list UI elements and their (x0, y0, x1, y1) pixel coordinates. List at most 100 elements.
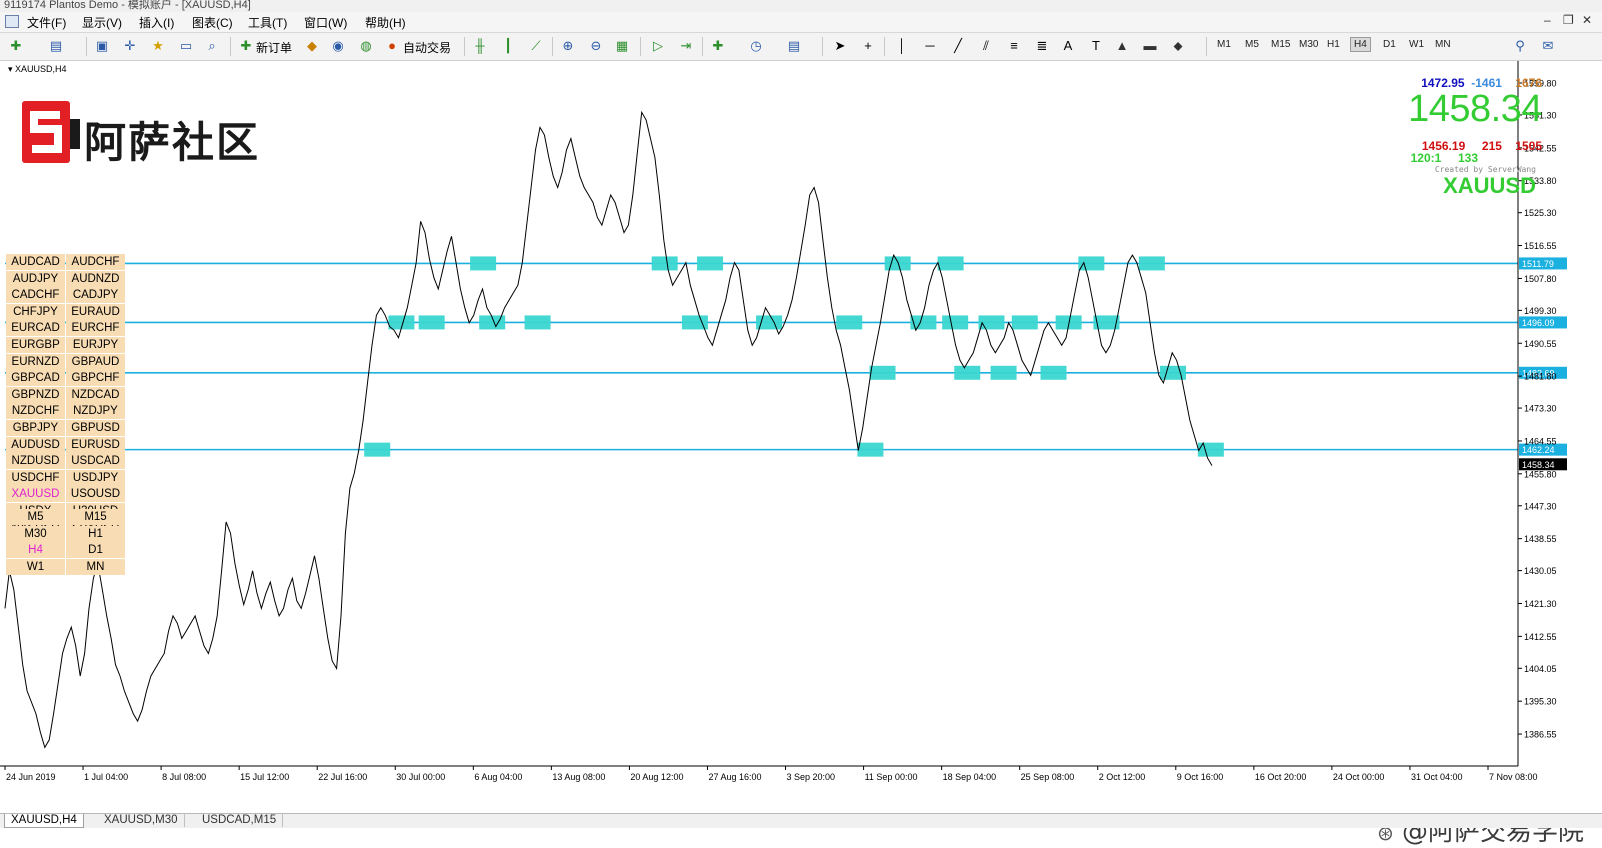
menu-file[interactable]: 文件(F) (27, 14, 66, 31)
symbol-button-nzdchf[interactable]: NZDCHF (6, 403, 65, 420)
indicators-icon[interactable]: ✚ (710, 38, 726, 54)
vertical-line-icon[interactable]: │ (894, 38, 910, 54)
text-icon[interactable]: A (1060, 38, 1076, 54)
text-label-icon[interactable]: T (1088, 38, 1104, 54)
panel-tf-mn[interactable]: MN (66, 558, 125, 575)
fibonacci-fan-icon[interactable]: ≣ (1034, 38, 1050, 54)
symbol-button-eurjpy[interactable]: EURJPY (66, 337, 125, 353)
tf-m5[interactable]: M5 (1242, 39, 1262, 50)
chart-area[interactable]: 1511.79 1496.09 1482.69 1462.24 1559.80 1551… (0, 61, 1602, 847)
restore-icon[interactable]: ❐ (1563, 13, 1574, 27)
panel-tf-m30[interactable]: M30 (6, 525, 65, 542)
periods-icon[interactable]: ◷ (748, 38, 764, 54)
fibonacci-icon[interactable]: ≡ (1006, 38, 1022, 54)
tf-w1[interactable]: W1 (1406, 39, 1427, 50)
symbol-button-usousd[interactable]: USOUSD (66, 486, 125, 503)
symbol-button-gbpnzd[interactable]: GBPNZD (6, 386, 65, 403)
tf-m1[interactable]: M1 (1214, 39, 1234, 50)
tab-usdcad-m15[interactable]: USDCAD,M15 (196, 814, 284, 827)
symbol-button-audnzd[interactable]: AUDNZD (66, 270, 125, 287)
symbol-button-gbpjpy[interactable]: GBPJPY (6, 420, 65, 436)
symbol-button-chfjpy[interactable]: CHFJPY (6, 303, 65, 320)
symbol-button-nzdcad[interactable]: NZDCAD (66, 386, 125, 403)
symbol-button-eurchf[interactable]: EURCHF (66, 320, 125, 337)
profiles-icon[interactable]: ▤ (48, 38, 64, 54)
symbol-button-gbpaud[interactable]: GBPAUD (66, 353, 125, 370)
menu-view[interactable]: 显示(V) (82, 14, 122, 31)
new-chart-icon[interactable]: ✚ (8, 38, 24, 54)
symbol-button-cadjpy[interactable]: CADJPY (66, 287, 125, 304)
shapes-icon[interactable]: ⬥ (1170, 38, 1186, 54)
bar-chart-icon[interactable]: ╫ (472, 38, 488, 54)
panel-tf-w1[interactable]: W1 (6, 558, 65, 575)
symbol-button-euraud[interactable]: EURAUD (66, 303, 125, 320)
data-window-icon[interactable]: ✛ (122, 38, 138, 54)
symbol-button-nzdusd[interactable]: NZDUSD (6, 453, 65, 470)
minimize-icon[interactable]: ‒ (1544, 13, 1551, 27)
symbol-button-xauusd[interactable]: XAUUSD (6, 486, 65, 503)
symbol-button-gbpusd[interactable]: GBPUSD (66, 420, 125, 436)
tile-windows-icon[interactable]: ▦ (614, 38, 630, 54)
menu-tools[interactable]: 工具(T) (248, 14, 287, 31)
strategy-tester-icon[interactable]: ⌕ (204, 38, 220, 54)
menu-charts[interactable]: 图表(C) (192, 14, 233, 31)
menu-window[interactable]: 窗口(W) (304, 14, 347, 31)
tf-mn[interactable]: MN (1432, 39, 1454, 50)
symbol-button-usdcad[interactable]: USDCAD (66, 453, 125, 470)
symbol-button-eurgbp[interactable]: EURGBP (6, 337, 65, 353)
symbol-button-audusd[interactable]: AUDUSD (6, 436, 65, 453)
search-icon[interactable]: ⚲ (1512, 38, 1528, 54)
symbol-button-audchf[interactable]: AUDCHF (66, 254, 125, 270)
panel-tf-m15[interactable]: M15 (66, 509, 125, 525)
symbol-button-eurusd[interactable]: EURUSD (66, 436, 125, 453)
close-icon[interactable]: ✕ (1582, 13, 1592, 27)
auto-scroll-icon[interactable]: ▷ (650, 38, 666, 54)
metaeditor-icon[interactable]: ◆ (304, 38, 320, 54)
market-watch-icon[interactable]: ▣ (94, 38, 110, 54)
symbol-button-eurcad[interactable]: EURCAD (6, 320, 65, 337)
tf-h1[interactable]: H1 (1324, 39, 1343, 50)
channel-icon[interactable]: ⫽ (978, 38, 994, 54)
navigator-icon[interactable]: ★ (150, 38, 166, 54)
symbol-button-usdjpy[interactable]: USDJPY (66, 469, 125, 486)
panel-tf-m5[interactable]: M5 (6, 509, 65, 525)
symbol-button-gbpcad[interactable]: GBPCAD (6, 370, 65, 387)
symbol-button-cadchf[interactable]: CADCHF (6, 287, 65, 304)
panel-tf-h4[interactable]: H4 (6, 542, 65, 559)
symbol-button-nzdjpy[interactable]: NZDJPY (66, 403, 125, 420)
symbol-button-eurnzd[interactable]: EURNZD (6, 353, 65, 370)
crosshair-icon[interactable]: + (860, 38, 876, 54)
cursor-icon[interactable]: ➤ (832, 38, 848, 54)
arrow-up-icon[interactable]: ▲ (1114, 38, 1130, 54)
horizontal-line-icon[interactable]: ─ (922, 38, 938, 54)
line-chart-icon[interactable]: ⟋ (528, 38, 544, 54)
panel-tf-d1[interactable]: D1 (66, 542, 125, 559)
chat-icon[interactable]: ✉ (1540, 38, 1556, 54)
menu-help[interactable]: 帮助(H) (365, 14, 406, 31)
menu-insert[interactable]: 插入(I) (139, 14, 174, 31)
tf-d1[interactable]: D1 (1380, 39, 1399, 50)
market-icon[interactable]: ◍ (358, 38, 374, 54)
new-order-button[interactable]: 新订单 (256, 39, 292, 56)
auto-trading-button[interactable]: 自动交易 (403, 39, 451, 56)
rectangle-icon[interactable]: ▬ (1142, 38, 1158, 54)
chart-shift-icon[interactable]: ⇥ (678, 38, 694, 54)
tab-xauusd-h4[interactable]: XAUUSD,H4 (4, 814, 84, 828)
symbol-button-usdchf[interactable]: USDCHF (6, 469, 65, 486)
candlestick-icon[interactable]: ┃ (500, 38, 516, 54)
symbol-button-audcad[interactable]: AUDCAD (6, 254, 65, 270)
zoom-out-icon[interactable]: ⊖ (588, 38, 604, 54)
new-order-icon[interactable]: ✚ (238, 38, 254, 54)
panel-tf-h1[interactable]: H1 (66, 525, 125, 542)
tf-h4[interactable]: H4 (1350, 37, 1371, 52)
tf-m30[interactable]: M30 (1296, 39, 1321, 50)
symbol-button-gbpchf[interactable]: GBPCHF (66, 370, 125, 387)
tf-m15[interactable]: M15 (1268, 39, 1293, 50)
auto-trading-icon[interactable]: ● (384, 38, 400, 54)
tab-xauusd-m30[interactable]: XAUUSD,M30 (98, 814, 185, 827)
symbol-button-audjpy[interactable]: AUDJPY (6, 270, 65, 287)
signals-icon[interactable]: ◉ (330, 38, 346, 54)
templates-icon[interactable]: ▤ (786, 38, 802, 54)
terminal-icon[interactable]: ▭ (178, 38, 194, 54)
trendline-icon[interactable]: ╱ (950, 38, 966, 54)
